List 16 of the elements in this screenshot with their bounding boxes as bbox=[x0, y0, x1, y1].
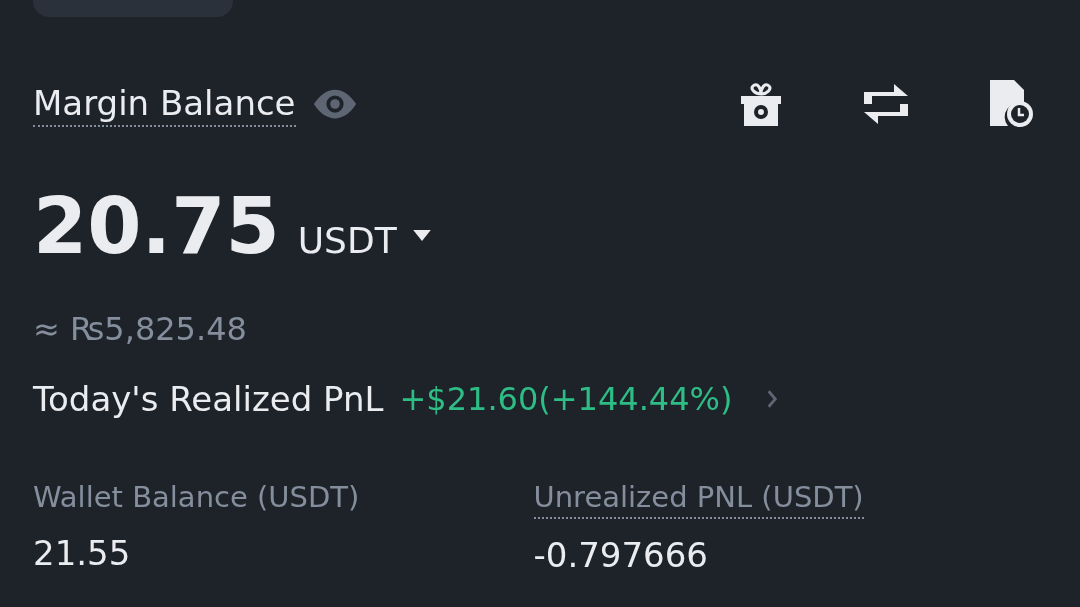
stat-value: 21.55 bbox=[33, 532, 132, 575]
pnl-label: Today's Realized PnL bbox=[33, 378, 384, 421]
stat-value: -0.797666 bbox=[533, 534, 709, 577]
caret-icon[interactable] bbox=[412, 229, 431, 241]
stat-label: Wallet Balance (USDT) bbox=[33, 479, 360, 516]
transfer-icon[interactable] bbox=[862, 82, 910, 126]
currency-selector[interactable]: USDT bbox=[297, 220, 397, 261]
balance-amount: 20.75 bbox=[33, 181, 280, 271]
fiat-estimate: ≈ ₨5,825.48 bbox=[33, 309, 248, 349]
document-clock-icon[interactable] bbox=[990, 80, 1034, 128]
chevron-right-icon[interactable] bbox=[766, 389, 779, 409]
eye-icon[interactable] bbox=[311, 88, 358, 120]
pnl-value: +$21.60(+144.44%) bbox=[399, 379, 733, 420]
gift-icon[interactable] bbox=[740, 82, 782, 126]
margin-balance-label: Margin Balance bbox=[33, 81, 296, 127]
stat-label: Unrealized PNL (USDT) bbox=[533, 477, 864, 519]
